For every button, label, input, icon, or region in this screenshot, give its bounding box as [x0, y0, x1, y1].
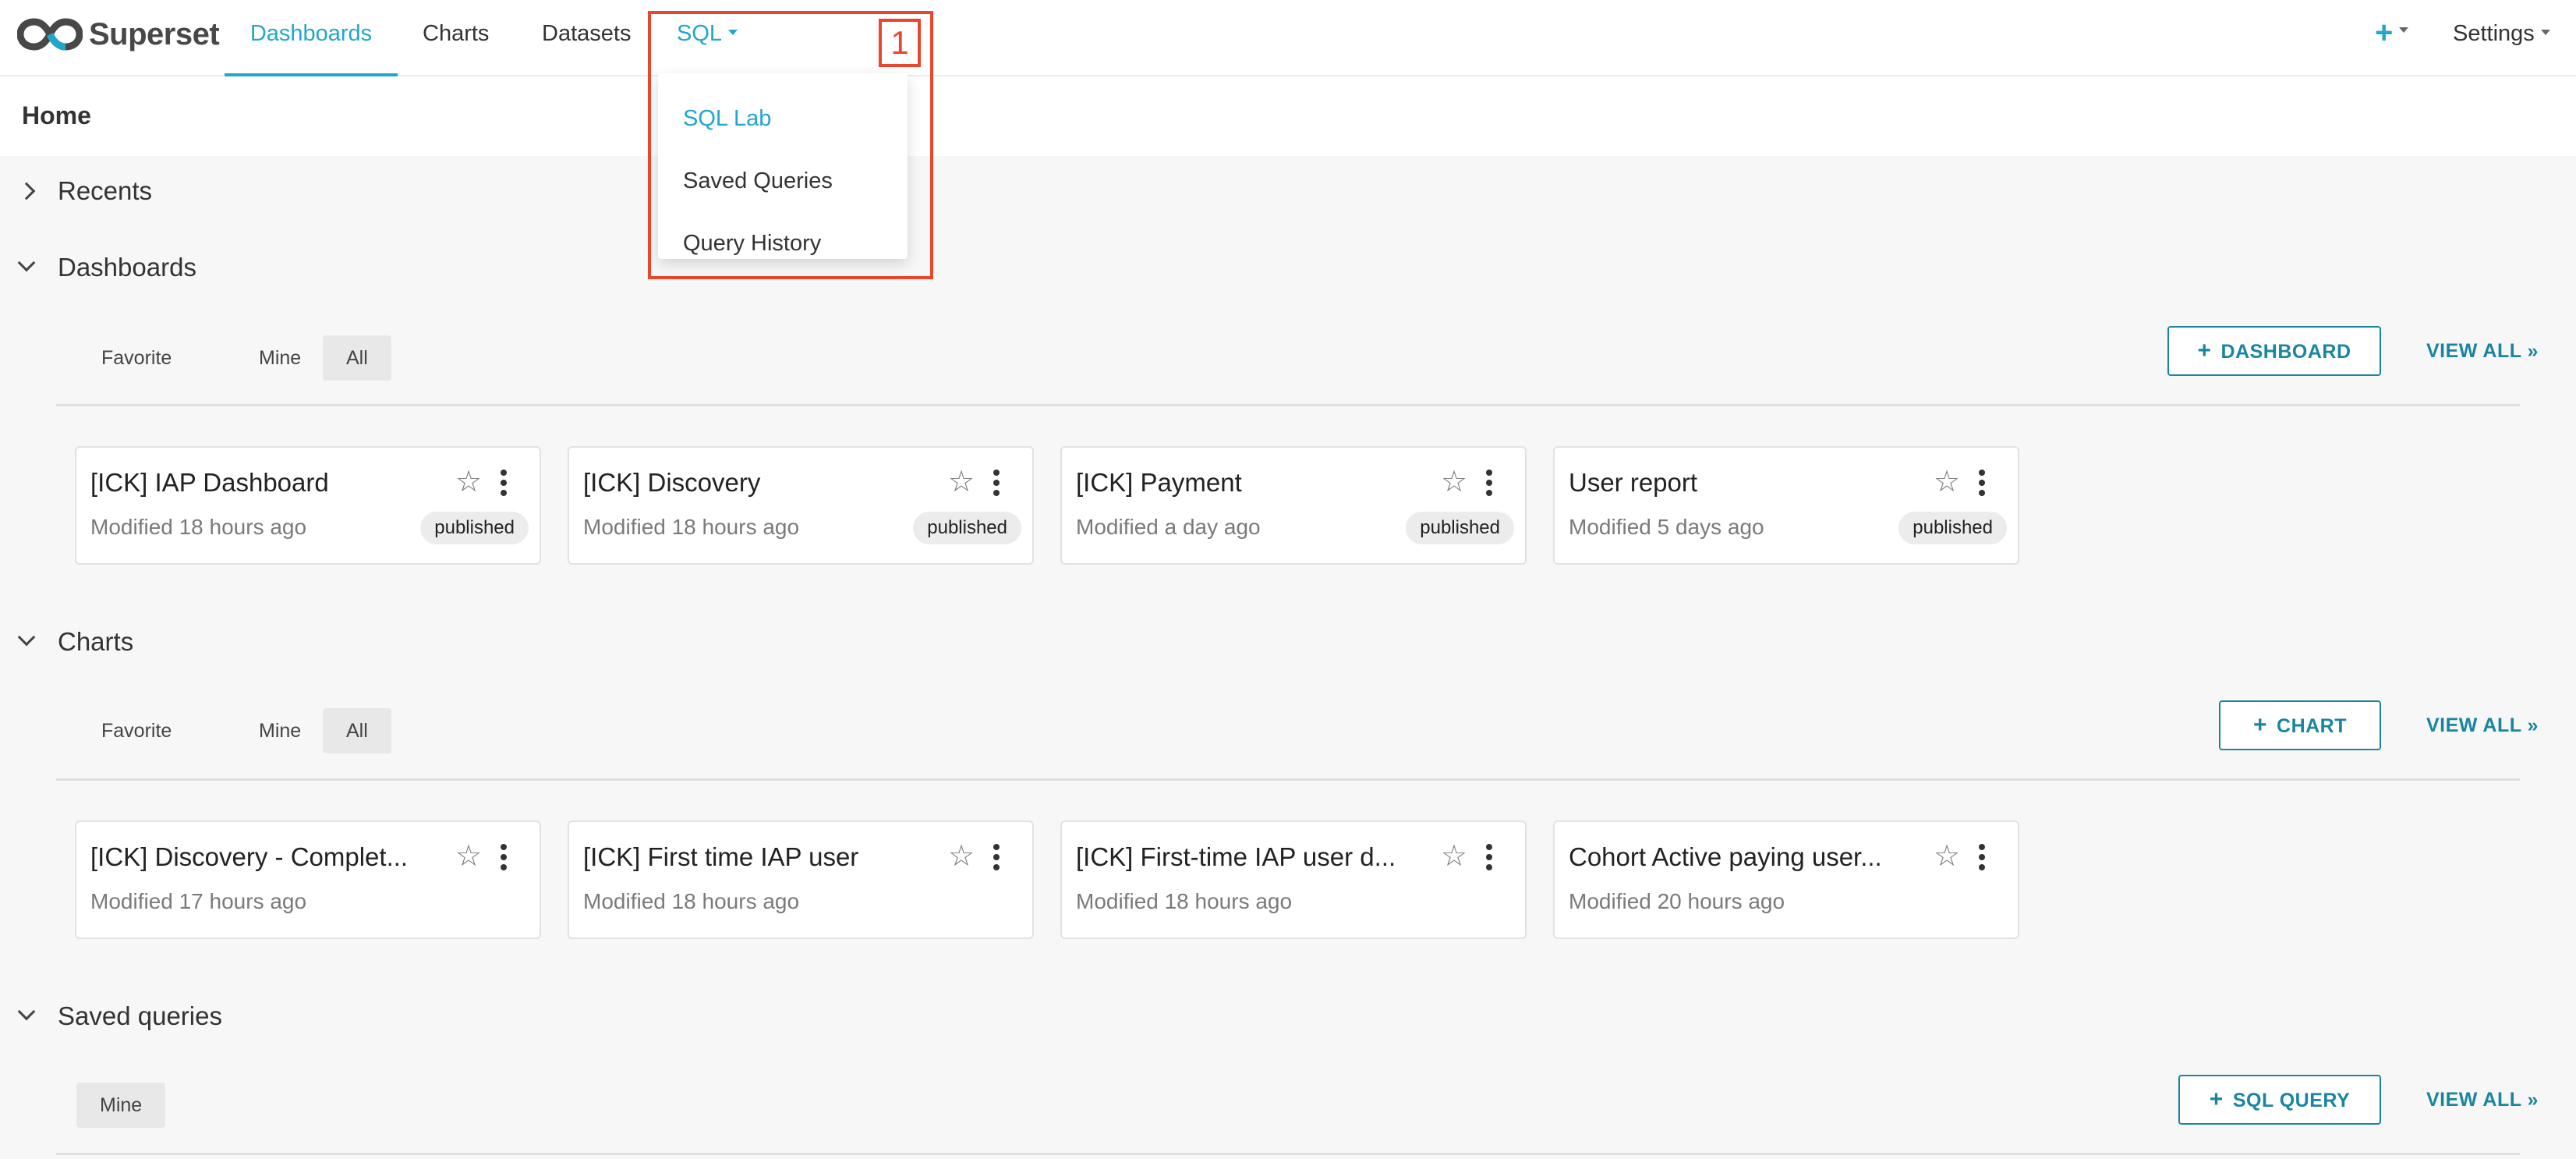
- card-title[interactable]: [ICK] Discovery - Complet...: [90, 842, 408, 872]
- highlight-marker: 1: [879, 19, 921, 67]
- nav-datasets[interactable]: Datasets: [542, 0, 631, 76]
- dashboard-card[interactable]: [ICK] IAP Dashboard Modified 18 hours ag…: [75, 446, 541, 565]
- card-modified: Modified 18 hours ago: [583, 889, 800, 913]
- page-header: [0, 76, 2576, 156]
- chart-card[interactable]: [ICK] First time IAP user Modified 18 ho…: [568, 821, 1034, 939]
- divider: [56, 1153, 2520, 1155]
- add-chart-label: CHART: [2277, 715, 2348, 737]
- settings-label: Settings: [2453, 21, 2535, 46]
- card-title[interactable]: [ICK] IAP Dashboard: [90, 468, 329, 498]
- dashboards-tab-all[interactable]: All: [323, 335, 391, 381]
- dashboard-card[interactable]: User report Modified 5 days ago ☆ publis…: [1553, 446, 2019, 565]
- top-navbar: Superset Dashboards Charts Datasets SQL …: [0, 0, 2576, 76]
- dashboard-card[interactable]: [ICK] Payment Modified a day ago ☆ publi…: [1060, 446, 1527, 565]
- chevron-down-icon: [17, 253, 36, 272]
- charts-tab-favorite[interactable]: Favorite: [78, 708, 195, 753]
- more-options-icon[interactable]: [1979, 470, 1985, 501]
- status-badge: published: [1898, 512, 2007, 544]
- card-modified: Modified 18 hours ago: [90, 515, 307, 539]
- section-dashboards[interactable]: Dashboards: [17, 253, 196, 282]
- chart-card[interactable]: [ICK] First-time IAP user d... Modified …: [1060, 821, 1527, 939]
- chevron-down-icon: [2399, 27, 2409, 33]
- chevron-down-icon: [17, 1002, 36, 1021]
- status-badge: published: [1406, 512, 1514, 544]
- card-modified: Modified a day ago: [1076, 515, 1261, 539]
- star-icon[interactable]: ☆: [455, 466, 482, 498]
- more-options-icon[interactable]: [1486, 470, 1492, 501]
- page-title: Home: [22, 101, 91, 129]
- status-badge: published: [913, 512, 1021, 544]
- add-dashboard-label: DASHBOARD: [2220, 341, 2351, 363]
- card-modified: Modified 18 hours ago: [583, 515, 800, 539]
- nav-charts[interactable]: Charts: [423, 0, 489, 76]
- card-title[interactable]: User report: [1569, 468, 1697, 498]
- card-title[interactable]: Cohort Active paying user...: [1569, 842, 1882, 872]
- charts-tab-all[interactable]: All: [323, 708, 391, 753]
- star-icon[interactable]: ☆: [455, 841, 482, 872]
- superset-logo-icon: [17, 18, 83, 51]
- card-title[interactable]: [ICK] Payment: [1076, 468, 1242, 498]
- divider: [56, 778, 2520, 781]
- star-icon[interactable]: ☆: [948, 466, 975, 498]
- section-dashboards-title: Dashboards: [58, 253, 196, 282]
- plus-icon: +: [2209, 1086, 2224, 1112]
- chart-card[interactable]: [ICK] Discovery - Complet... Modified 17…: [75, 821, 541, 939]
- star-icon[interactable]: ☆: [1934, 466, 1960, 498]
- add-chart-button[interactable]: + CHART: [2219, 700, 2381, 750]
- dashboard-card[interactable]: [ICK] Discovery Modified 18 hours ago ☆ …: [568, 446, 1034, 565]
- section-recents[interactable]: Recents: [17, 176, 153, 206]
- status-badge: published: [420, 512, 529, 544]
- dashboards-view-all-link[interactable]: VIEW ALL »: [2426, 340, 2539, 363]
- card-modified: Modified 17 hours ago: [90, 889, 307, 913]
- more-options-icon[interactable]: [501, 470, 507, 501]
- chevron-down-icon: [17, 628, 36, 647]
- nav-dashboards[interactable]: Dashboards: [225, 0, 398, 76]
- card-modified: Modified 5 days ago: [1569, 515, 1764, 539]
- star-icon[interactable]: ☆: [1441, 466, 1467, 498]
- star-icon[interactable]: ☆: [1934, 841, 1960, 872]
- settings-menu[interactable]: Settings: [2453, 0, 2550, 67]
- card-title[interactable]: [ICK] Discovery: [583, 468, 760, 498]
- plus-icon: +: [2197, 338, 2212, 363]
- add-sql-query-label: SQL QUERY: [2232, 1090, 2351, 1111]
- section-charts-title: Charts: [58, 627, 134, 656]
- section-recents-title: Recents: [58, 176, 153, 205]
- add-sql-query-button[interactable]: + SQL QUERY: [2178, 1075, 2381, 1125]
- add-dashboard-button[interactable]: + DASHBOARD: [2167, 326, 2381, 376]
- logo-text: Superset: [89, 16, 220, 51]
- charts-tab-mine[interactable]: Mine: [235, 708, 324, 753]
- chevron-down-icon: [2540, 29, 2550, 35]
- dashboards-tab-mine[interactable]: Mine: [235, 335, 324, 381]
- more-options-icon[interactable]: [1486, 844, 1492, 875]
- star-icon[interactable]: ☆: [1441, 841, 1467, 872]
- chart-card[interactable]: Cohort Active paying user... Modified 20…: [1553, 821, 2019, 939]
- plus-icon: +: [2252, 712, 2268, 738]
- saved-queries-view-all-link[interactable]: VIEW ALL »: [2426, 1089, 2539, 1111]
- card-modified: Modified 18 hours ago: [1076, 889, 1293, 913]
- section-saved-queries-title: Saved queries: [58, 1001, 222, 1030]
- divider: [56, 404, 2520, 406]
- section-charts[interactable]: Charts: [17, 627, 134, 657]
- card-title[interactable]: [ICK] First time IAP user: [583, 842, 858, 872]
- card-modified: Modified 20 hours ago: [1569, 889, 1785, 913]
- superset-logo[interactable]: Superset: [17, 12, 220, 56]
- dashboards-tab-favorite[interactable]: Favorite: [78, 335, 195, 381]
- chevron-right-icon: [17, 182, 36, 200]
- charts-view-all-link[interactable]: VIEW ALL »: [2426, 714, 2539, 737]
- more-options-icon[interactable]: [1979, 844, 1985, 875]
- star-icon[interactable]: ☆: [948, 841, 975, 872]
- more-options-icon[interactable]: [501, 844, 507, 875]
- plus-icon: +: [2375, 16, 2394, 50]
- card-title[interactable]: [ICK] First-time IAP user d...: [1076, 842, 1396, 872]
- new-item-button[interactable]: +: [2375, 16, 2409, 50]
- section-saved-queries[interactable]: Saved queries: [17, 1001, 222, 1031]
- more-options-icon[interactable]: [993, 470, 1000, 501]
- saved-queries-tab-mine[interactable]: Mine: [76, 1083, 166, 1128]
- more-options-icon[interactable]: [993, 844, 1000, 875]
